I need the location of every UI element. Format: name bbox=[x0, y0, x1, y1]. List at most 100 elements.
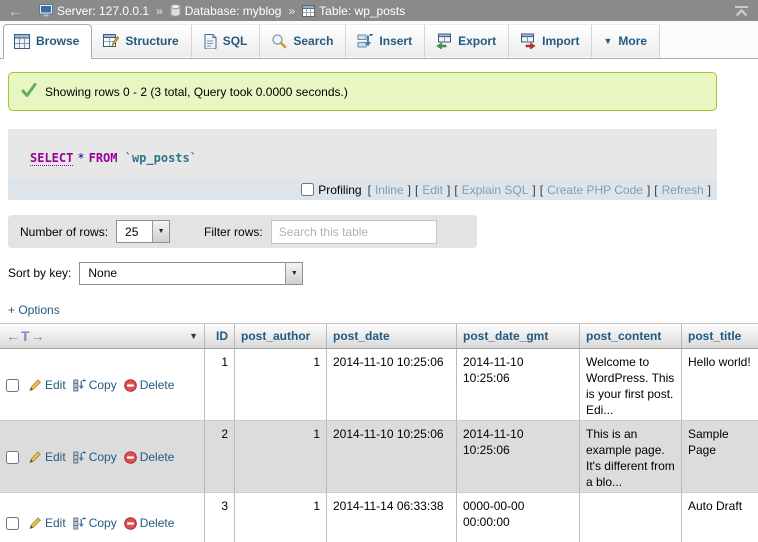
bracket: [ bbox=[540, 183, 543, 197]
cell-post-date-gmt: 2014-11-10 10:25:06 bbox=[457, 421, 580, 492]
number-of-rows-value: 25 bbox=[117, 221, 152, 242]
options-toggle[interactable]: + Options bbox=[8, 303, 60, 317]
tab-structure[interactable]: Structure bbox=[92, 24, 191, 58]
tab-browse[interactable]: Browse bbox=[3, 24, 92, 59]
breadcrumb-table-label: Table: wp_posts bbox=[319, 4, 405, 18]
chevron-down-icon: ▼ bbox=[152, 221, 169, 242]
sql-keyword-select: SELECT bbox=[30, 151, 73, 166]
edit-row-link[interactable]: Edit bbox=[28, 377, 66, 393]
cell-post-content bbox=[580, 493, 682, 542]
copy-icon bbox=[73, 451, 86, 464]
explain-sql-link[interactable]: Explain SQL bbox=[462, 183, 529, 197]
bracket: [ bbox=[454, 183, 457, 197]
query-box: SELECT*FROM `wp_posts` Profiling [Inline… bbox=[8, 129, 717, 200]
tab-sql[interactable]: SQL bbox=[192, 24, 261, 58]
delete-row-link[interactable]: Delete bbox=[124, 515, 175, 531]
copy-label: Copy bbox=[89, 515, 117, 531]
profiling-label: Profiling bbox=[318, 183, 361, 197]
table-row: Edit Copy Delete 3 1 2014-11-14 06:33:38… bbox=[0, 493, 758, 542]
cell-post-author: 1 bbox=[235, 349, 327, 420]
tab-export[interactable]: Export bbox=[425, 24, 509, 58]
column-header-post-title[interactable]: post_title bbox=[682, 324, 758, 348]
column-header-post-author[interactable]: post_author bbox=[235, 324, 327, 348]
bracket: ] bbox=[408, 183, 411, 197]
profiling-checkbox[interactable] bbox=[301, 183, 314, 196]
bracket: [ bbox=[654, 183, 657, 197]
copy-row-link[interactable]: Copy bbox=[73, 515, 117, 531]
server-icon bbox=[39, 4, 53, 17]
column-marker-icon[interactable]: ←T→ bbox=[6, 328, 46, 344]
copy-row-link[interactable]: Copy bbox=[73, 449, 117, 465]
column-header-post-date[interactable]: post_date bbox=[327, 324, 457, 348]
breadcrumb-server-label: Server: 127.0.0.1 bbox=[57, 4, 149, 18]
breadcrumb: ← Server: 127.0.0.1 » Database: myblog »… bbox=[0, 0, 758, 21]
create-php-code-link[interactable]: Create PHP Code bbox=[547, 183, 643, 197]
edit-row-link[interactable]: Edit bbox=[28, 449, 66, 465]
sort-by-key-label: Sort by key: bbox=[8, 266, 71, 280]
cell-post-author: 1 bbox=[235, 493, 327, 542]
cell-post-author: 1 bbox=[235, 421, 327, 492]
row-checkbox[interactable] bbox=[6, 517, 19, 530]
tab-more-label: More bbox=[618, 34, 647, 48]
filter-rows-input[interactable] bbox=[271, 220, 437, 244]
delete-row-link[interactable]: Delete bbox=[124, 377, 175, 393]
database-icon bbox=[170, 4, 181, 17]
edit-label: Edit bbox=[45, 377, 66, 393]
refresh-link[interactable]: Refresh bbox=[662, 183, 704, 197]
column-actions-header: ←T→ ▼ bbox=[0, 324, 205, 348]
back-arrow-icon[interactable]: ← bbox=[8, 4, 22, 18]
sql-icon bbox=[203, 33, 217, 49]
tab-import-label: Import bbox=[542, 34, 579, 48]
edit-label: Edit bbox=[45, 515, 66, 531]
row-checkbox[interactable] bbox=[6, 451, 19, 464]
query-toolbar: Profiling [Inline] [Edit] [Explain SQL] … bbox=[8, 179, 717, 200]
sort-options-icon[interactable]: ▼ bbox=[189, 331, 198, 341]
tab-search[interactable]: Search bbox=[260, 24, 346, 58]
delete-row-link[interactable]: Delete bbox=[124, 449, 175, 465]
cell-id: 1 bbox=[205, 349, 235, 420]
cell-post-date: 2014-11-14 06:33:38 bbox=[327, 493, 457, 542]
delete-icon bbox=[124, 379, 137, 392]
column-header-post-content[interactable]: post_content bbox=[580, 324, 682, 348]
edit-row-link[interactable]: Edit bbox=[28, 515, 66, 531]
phpmyadmin-page: ← Server: 127.0.0.1 » Database: myblog »… bbox=[0, 0, 758, 542]
delete-icon bbox=[124, 517, 137, 530]
table-icon bbox=[302, 5, 315, 17]
check-icon bbox=[21, 83, 37, 100]
inline-link[interactable]: Inline bbox=[375, 183, 404, 197]
collapse-icon[interactable] bbox=[734, 5, 750, 17]
browse-icon bbox=[14, 34, 30, 49]
bracket: [ bbox=[368, 183, 371, 197]
cell-post-date: 2014-11-10 10:25:06 bbox=[327, 421, 457, 492]
cell-post-content: Welcome to WordPress. This is your first… bbox=[580, 349, 682, 420]
row-checkbox[interactable] bbox=[6, 379, 19, 392]
cell-post-title: Auto Draft bbox=[682, 493, 758, 542]
cell-id: 2 bbox=[205, 421, 235, 492]
breadcrumb-table[interactable]: Table: wp_posts bbox=[302, 4, 405, 18]
copy-row-link[interactable]: Copy bbox=[73, 377, 117, 393]
number-of-rows-select[interactable]: 25 ▼ bbox=[116, 220, 170, 243]
tab-insert[interactable]: Insert bbox=[346, 24, 425, 58]
table-row: Edit Copy Delete 1 1 2014-11-10 10:25:06… bbox=[0, 349, 758, 421]
delete-label: Delete bbox=[140, 377, 175, 393]
pencil-icon bbox=[28, 450, 42, 464]
bracket: ] bbox=[532, 183, 535, 197]
column-header-id[interactable]: ID bbox=[205, 324, 235, 348]
column-header-post-date-gmt[interactable]: post_date_gmt bbox=[457, 324, 580, 348]
filter-rows-label: Filter rows: bbox=[204, 225, 263, 239]
sql-table-identifier: `wp_posts` bbox=[125, 151, 197, 165]
chevron-down-icon: ▼ bbox=[285, 263, 302, 284]
tab-import[interactable]: Import bbox=[509, 24, 592, 58]
cell-post-date: 2014-11-10 10:25:06 bbox=[327, 349, 457, 420]
breadcrumb-separator: » bbox=[288, 4, 295, 18]
delete-label: Delete bbox=[140, 515, 175, 531]
row-actions: Edit Copy Delete bbox=[0, 349, 205, 420]
breadcrumb-server[interactable]: Server: 127.0.0.1 bbox=[39, 4, 149, 18]
tab-sql-label: SQL bbox=[223, 34, 248, 48]
edit-query-link[interactable]: Edit bbox=[422, 183, 443, 197]
tab-more[interactable]: ▼ More bbox=[592, 24, 660, 58]
sort-by-key-select[interactable]: None ▼ bbox=[79, 262, 303, 285]
rows-filter-bar: Number of rows: 25 ▼ Filter rows: bbox=[8, 215, 477, 248]
breadcrumb-database[interactable]: Database: myblog bbox=[170, 4, 282, 18]
tab-structure-label: Structure bbox=[125, 34, 178, 48]
